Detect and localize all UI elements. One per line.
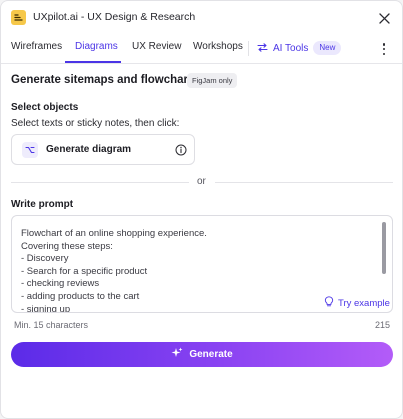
try-example-button[interactable]: Try example — [322, 296, 390, 310]
prompt-textarea[interactable]: Flowchart of an online shopping experien… — [11, 215, 393, 313]
ai-tools-tab[interactable]: AI Tools New — [257, 39, 342, 57]
generate-diagram-label: Generate diagram — [46, 144, 132, 155]
page-title: Generate sitemaps and flowcharts — [11, 74, 199, 86]
min-characters-hint: Min. 15 characters — [14, 320, 89, 330]
generate-diagram-button[interactable]: Generate diagram — [11, 134, 195, 165]
prompt-text: Flowchart of an online shopping experien… — [21, 228, 207, 313]
prompt-scrollbar[interactable] — [382, 222, 386, 274]
more-vertical-icon[interactable] — [380, 41, 388, 57]
uxpilot-logo — [11, 10, 26, 25]
select-objects-description: Select texts or sticky notes, then click… — [11, 118, 180, 129]
tab-separator — [248, 41, 249, 56]
tab-wireframes[interactable]: Wireframes — [11, 41, 62, 52]
try-example-label: Try example — [338, 297, 390, 309]
title-bar: UXpilot.ai - UX Design & Research — [1, 1, 402, 35]
character-count: 215 — [374, 320, 390, 330]
ai-tools-label: AI Tools — [273, 42, 309, 54]
diagram-icon — [22, 142, 38, 158]
sparkle-icon — [171, 346, 183, 364]
write-prompt-title: Write prompt — [11, 199, 74, 210]
divider-left — [11, 182, 189, 183]
plugin-panel: UXpilot.ai - UX Design & Research Wirefr… — [0, 0, 403, 419]
close-icon[interactable] — [376, 10, 392, 26]
generate-button[interactable]: Generate — [11, 342, 393, 367]
or-divider-label: or — [197, 176, 206, 187]
info-icon[interactable] — [175, 143, 187, 156]
generate-label: Generate — [189, 349, 233, 360]
tab-ux-review[interactable]: UX Review — [132, 41, 181, 52]
window-title: UXpilot.ai - UX Design & Research — [33, 11, 196, 23]
lightbulb-icon — [324, 294, 334, 312]
select-objects-title: Select objects — [11, 102, 79, 113]
tab-workshops[interactable]: Workshops — [193, 41, 243, 52]
swap-arrows-icon — [257, 39, 268, 57]
tab-bar: Wireframes Diagrams UX Review Workshops … — [1, 35, 402, 64]
divider-right — [215, 182, 393, 183]
figjam-only-badge: FigJam only — [187, 73, 238, 88]
new-badge: New — [313, 41, 342, 55]
tab-diagrams[interactable]: Diagrams — [75, 41, 118, 52]
active-tab-indicator — [65, 61, 121, 63]
